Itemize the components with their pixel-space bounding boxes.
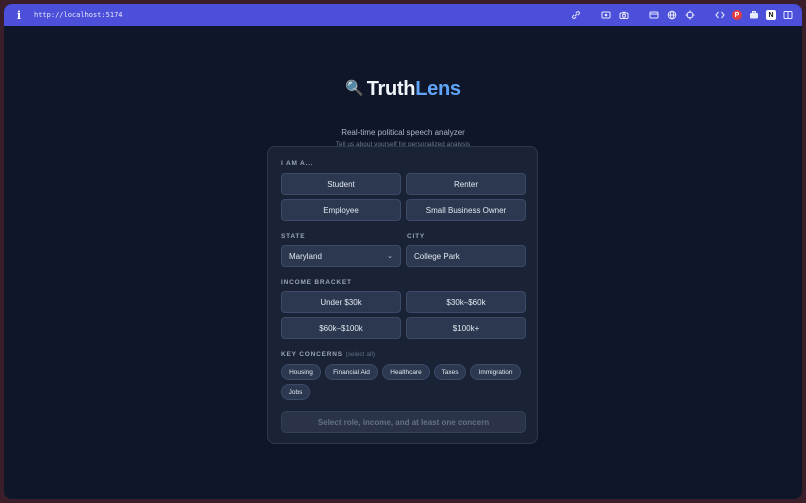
city-input[interactable]: College Park: [406, 245, 526, 267]
briefcase-icon[interactable]: [748, 9, 760, 21]
link-icon[interactable]: [570, 9, 582, 21]
income-option-under-30k[interactable]: Under $30k: [281, 291, 401, 313]
profile-form-card: I AM A... Student Renter Employee Small …: [267, 146, 538, 444]
income-option-100k-plus[interactable]: $100k+: [406, 317, 526, 339]
page-content: 🔍 TruthLens Real-time political speech an…: [4, 26, 802, 499]
browser-toolbar: i http://localhost:5174 P N: [4, 4, 802, 26]
toolbar-icons: P N: [570, 9, 794, 21]
tagline: Real-time political speech analyzer: [341, 128, 465, 137]
info-icon[interactable]: i: [14, 9, 24, 22]
role-option-small-business-owner[interactable]: Small Business Owner: [406, 199, 526, 221]
city-label: CITY: [407, 233, 426, 240]
role-option-renter[interactable]: Renter: [406, 173, 526, 195]
city-value: College Park: [414, 251, 460, 261]
concern-chip-financial-aid[interactable]: Financial Aid: [325, 364, 378, 380]
code-icon[interactable]: [714, 9, 726, 21]
concern-chip-immigration[interactable]: Immigration: [470, 364, 521, 380]
camera-icon[interactable]: [618, 9, 630, 21]
state-label: STATE: [281, 233, 306, 240]
role-label: I AM A...: [281, 160, 314, 167]
role-option-employee[interactable]: Employee: [281, 199, 401, 221]
brand-lens: Lens: [415, 78, 461, 100]
crosshair-icon[interactable]: [684, 9, 696, 21]
globe-icon[interactable]: [666, 9, 678, 21]
chevron-down-icon: ⌄: [387, 253, 393, 260]
brand-truth: Truth: [366, 78, 416, 100]
sidebar-toggle-icon[interactable]: [782, 9, 794, 21]
magnifier-icon: 🔍: [345, 80, 364, 97]
concern-chip-housing[interactable]: Housing: [281, 364, 321, 380]
concern-chip-healthcare[interactable]: Healthcare: [382, 364, 430, 380]
concerns-label: KEY CONCERNS (select all): [281, 351, 376, 358]
concern-chip-taxes[interactable]: Taxes: [434, 364, 466, 380]
income-option-30k-60k[interactable]: $30k–$60k: [406, 291, 526, 313]
screen-capture-icon[interactable]: [600, 9, 612, 21]
state-value: Maryland: [289, 251, 322, 261]
pinterest-icon[interactable]: P: [732, 10, 742, 20]
concern-chip-jobs[interactable]: Jobs: [281, 384, 310, 400]
app-title: 🔍 TruthLens: [4, 78, 802, 101]
income-option-60k-100k[interactable]: $60k–$100k: [281, 317, 401, 339]
income-label: INCOME BRACKET: [281, 279, 352, 286]
notion-icon[interactable]: N: [766, 10, 776, 20]
submit-button[interactable]: Select role, income, and at least one co…: [281, 411, 526, 433]
role-option-student[interactable]: Student: [281, 173, 401, 195]
browser-window: i http://localhost:5174 P N 🔍 TruthLens …: [4, 4, 802, 499]
url-bar[interactable]: http://localhost:5174: [34, 11, 570, 19]
window-icon[interactable]: [648, 9, 660, 21]
concerns-hint: (select all): [345, 351, 376, 358]
state-select[interactable]: Maryland ⌄: [281, 245, 401, 267]
